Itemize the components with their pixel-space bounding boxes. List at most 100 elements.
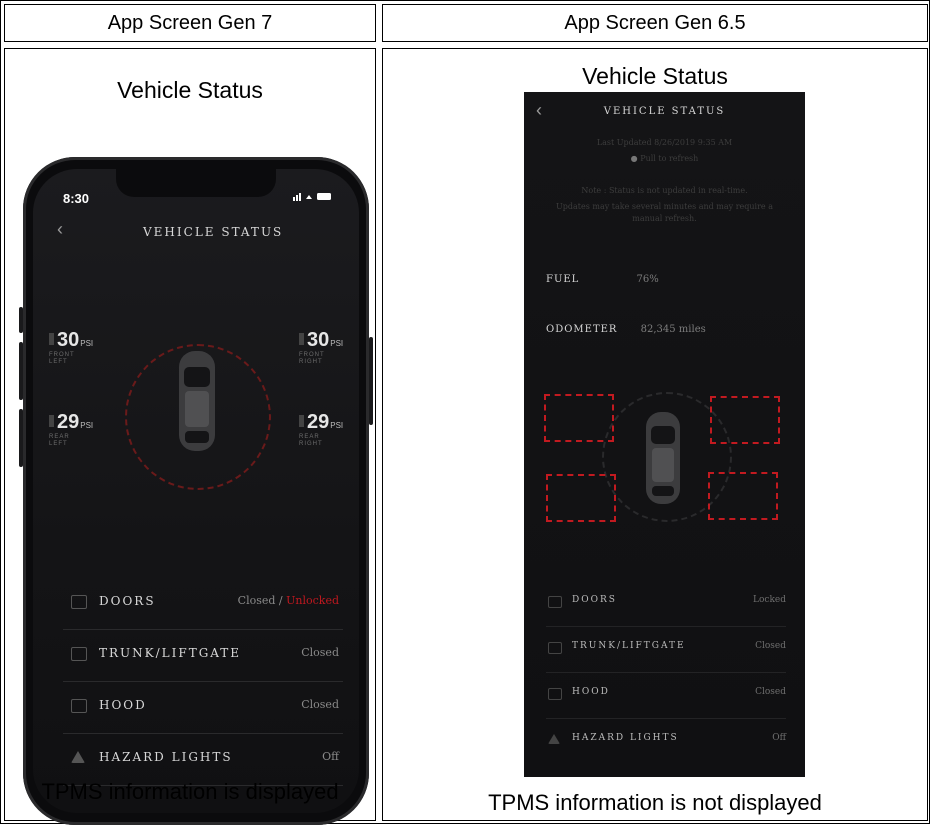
- status-row-trunk[interactable]: TRUNK/LIFTGATE Closed: [546, 626, 786, 673]
- gen65-cell: Vehicle Status ‹ VEHICLE STATUS Last Upd…: [382, 48, 928, 821]
- status-row-label: TRUNK/LIFTGATE: [99, 646, 242, 660]
- tire-pressure-unit: PSI: [80, 339, 94, 348]
- door-icon: [71, 595, 87, 609]
- column-header-gen65: App Screen Gen 6.5: [382, 4, 928, 42]
- status-row-value: Closed: [755, 687, 786, 697]
- tire-front-left: 30PSI FRONT LEFT: [49, 329, 93, 366]
- status-row-trunk[interactable]: TRUNK/LIFTGATE Closed: [63, 629, 343, 682]
- column-header-gen7: App Screen Gen 7: [4, 4, 376, 42]
- status-row-hood[interactable]: HOOD Closed: [63, 681, 343, 734]
- gen7-screen: 8:30 ‹ VEHICLE STATUS 30PSI FRONT LEFT 3…: [33, 169, 359, 813]
- status-row-label: HOOD: [99, 698, 147, 712]
- hood-icon: [548, 688, 562, 700]
- car-top-view-icon: [646, 412, 680, 504]
- tire-pressure-unit: PSI: [330, 339, 344, 348]
- note-line-1: Note : Status is not updated in real-tim…: [581, 186, 748, 195]
- signal-wifi-battery-icon: [293, 193, 331, 201]
- gen7-title: Vehicle Status: [117, 77, 263, 103]
- status-row-value: Closed: [755, 641, 786, 651]
- screen-title: VEHICLE STATUS: [143, 225, 284, 239]
- hazard-icon: [548, 734, 560, 744]
- doors-unlocked-alert: Unlocked: [286, 594, 339, 607]
- status-row-label: HOOD: [572, 687, 610, 697]
- door-icon: [548, 596, 562, 608]
- tire-marker: [299, 415, 304, 427]
- car-top-view-icon: [179, 351, 215, 451]
- tire-side: LEFT: [49, 441, 68, 447]
- tire-pressure-value: 29: [307, 411, 330, 433]
- refresh-dot-icon: ●: [630, 154, 641, 163]
- odometer-label: ODOMETER: [546, 324, 618, 335]
- tire-pressure-unit: PSI: [80, 421, 94, 430]
- comparison-table: App Screen Gen 7 App Screen Gen 6.5 Vehi…: [0, 0, 930, 825]
- phone-frame: 8:30 ‹ VEHICLE STATUS 30PSI FRONT LEFT 3…: [19, 157, 373, 825]
- status-row-label: DOORS: [572, 595, 617, 605]
- gen7-cell: Vehicle Status 8:30 ‹ VEHICLE STATUS 30P…: [4, 48, 376, 825]
- phone-power-button: [369, 337, 373, 425]
- tire-marker: [49, 333, 54, 345]
- status-row-label: DOORS: [99, 594, 156, 608]
- tire-position: FRONT: [49, 352, 75, 358]
- fuel-row: FUEL 76%: [546, 274, 659, 285]
- status-row-hood[interactable]: HOOD Closed: [546, 672, 786, 719]
- status-row-value: Closed: [301, 646, 339, 659]
- doors-closed-text: Closed /: [237, 594, 287, 607]
- pull-to-refresh[interactable]: ● Pull to refresh: [524, 154, 805, 163]
- tpms-placeholder-rear-right: [708, 472, 778, 520]
- odometer-value: 82,345 miles: [640, 324, 706, 335]
- tire-pressure-value: 30: [307, 329, 330, 351]
- status-time: 8:30: [63, 191, 90, 206]
- fuel-label: FUEL: [546, 274, 580, 285]
- gen65-title: Vehicle Status: [582, 63, 728, 89]
- status-bar-icons: [293, 191, 333, 204]
- tire-marker: [299, 333, 304, 345]
- tpms-placeholder-front-left: [544, 394, 614, 442]
- gen65-caption: TPMS information is not displayed: [488, 790, 822, 815]
- odometer-row: ODOMETER 82,345 miles: [546, 324, 706, 335]
- back-chevron-icon[interactable]: ‹: [57, 219, 63, 240]
- tire-rear-left: 29PSI REAR LEFT: [49, 411, 93, 448]
- gen65-screen: ‹ VEHICLE STATUS Last Updated 8/26/2019 …: [524, 92, 805, 777]
- tpms-placeholder-rear-left: [546, 474, 616, 522]
- tire-side: LEFT: [49, 359, 68, 365]
- tpms-placeholder-front-right: [710, 396, 780, 444]
- screen-title: VEHICLE STATUS: [603, 106, 726, 117]
- status-row-label: TRUNK/LIFTGATE: [572, 641, 686, 651]
- tire-marker: [49, 415, 54, 427]
- tire-side: RIGHT: [299, 359, 323, 365]
- status-row-value: Off: [772, 733, 786, 743]
- status-row-label: HAZARD LIGHTS: [572, 733, 679, 743]
- phone-notch: [116, 169, 276, 197]
- status-row-value: Off: [322, 750, 339, 763]
- pull-to-refresh-label: Pull to refresh: [640, 154, 699, 163]
- status-row-value: Locked: [753, 595, 786, 605]
- status-row-doors[interactable]: DOORS Closed / Unlocked: [63, 577, 343, 630]
- trunk-icon: [548, 642, 562, 654]
- tire-position: REAR: [49, 434, 70, 440]
- status-row-value: Closed: [301, 698, 339, 711]
- tire-pressure-value: 30: [57, 329, 80, 351]
- status-row-label: HAZARD LIGHTS: [99, 750, 233, 764]
- trunk-icon: [71, 647, 87, 661]
- phone-mute-switch: [19, 307, 23, 333]
- status-row-hazard[interactable]: HAZARD LIGHTS Off: [546, 718, 786, 764]
- status-row-value: Closed / Unlocked: [238, 594, 339, 607]
- last-updated-text: Last Updated 8/26/2019 9:35 AM: [596, 138, 733, 147]
- column-header-gen65-text: App Screen Gen 6.5: [564, 11, 746, 34]
- note-line-3: manual refresh.: [632, 214, 697, 223]
- hood-icon: [71, 699, 87, 713]
- fuel-value: 76%: [636, 274, 659, 285]
- gen7-caption: TPMS information is displayed: [41, 779, 339, 804]
- tire-side: RIGHT: [299, 441, 323, 447]
- tire-position: FRONT: [299, 352, 325, 358]
- tire-rear-right: 29PSI REAR RIGHT: [299, 411, 343, 448]
- tire-pressure-unit: PSI: [330, 421, 344, 430]
- note-line-2: Updates may take several minutes and may…: [556, 202, 773, 211]
- phone-volume-down: [19, 409, 23, 467]
- tire-position: REAR: [299, 434, 320, 440]
- status-row-doors[interactable]: DOORS Locked: [546, 580, 786, 627]
- phone-volume-up: [19, 342, 23, 400]
- column-header-gen7-text: App Screen Gen 7: [107, 11, 273, 34]
- hazard-icon: [71, 751, 85, 763]
- tire-pressure-value: 29: [57, 411, 80, 433]
